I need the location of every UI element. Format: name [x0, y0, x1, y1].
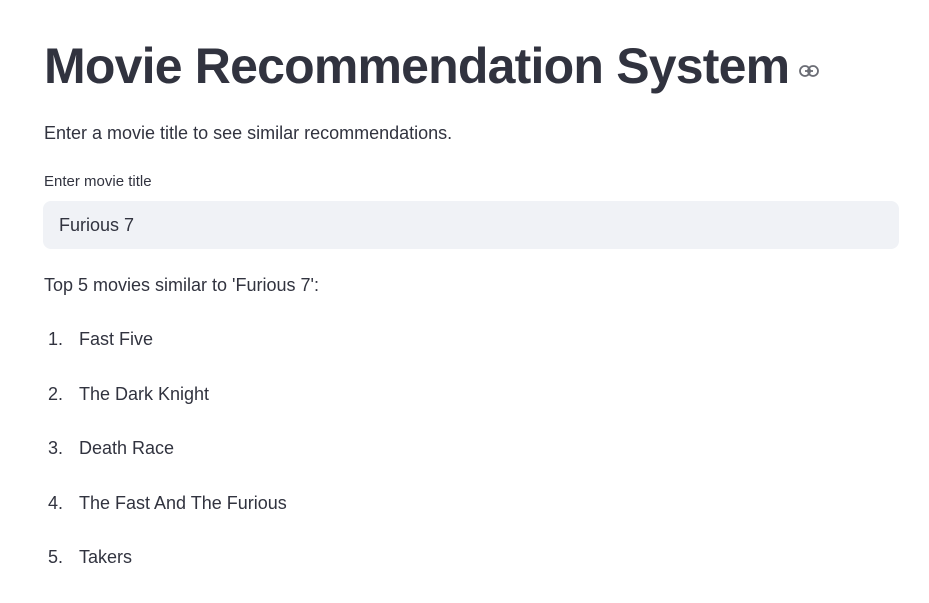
movie-title-label: Enter movie title — [44, 173, 152, 190]
title-row: Movie Recommendation System — [44, 32, 820, 100]
list-item: 1. Fast Five — [44, 326, 287, 352]
movie-title: The Dark Knight — [79, 383, 210, 404]
page-title: Movie Recommendation System — [44, 38, 790, 94]
movie-title-input[interactable] — [44, 202, 898, 248]
list-item: 2. The Dark Knight — [44, 381, 287, 407]
recommendation-list: 1. Fast Five 2. The Dark Knight 3. Death… — [44, 326, 287, 599]
list-item: 3. Death Race — [44, 435, 287, 461]
app-page: Movie Recommendation System Enter a movi… — [0, 0, 929, 603]
list-item-number: 5. — [48, 547, 64, 567]
movie-title: Takers — [79, 547, 133, 567]
list-item-number: 3. — [48, 438, 64, 458]
movie-title: Death Race — [79, 438, 175, 458]
list-item-number: 1. — [48, 329, 64, 349]
movie-title-input-container — [43, 201, 899, 249]
list-item: 4. The Fast And The Furious — [44, 490, 287, 516]
movie-title: Fast Five — [79, 329, 154, 349]
page-description: Enter a movie title to see similar recom… — [44, 123, 453, 143]
list-item: 5. Takers — [44, 544, 287, 570]
link-icon[interactable] — [799, 61, 820, 81]
results-header: Top 5 movies similar to 'Furious 7': — [44, 275, 319, 295]
movie-title: The Fast And The Furious — [79, 492, 287, 513]
list-item-number: 2. — [48, 383, 64, 404]
list-item-number: 4. — [48, 492, 64, 513]
link-icon-glyph — [799, 65, 820, 77]
